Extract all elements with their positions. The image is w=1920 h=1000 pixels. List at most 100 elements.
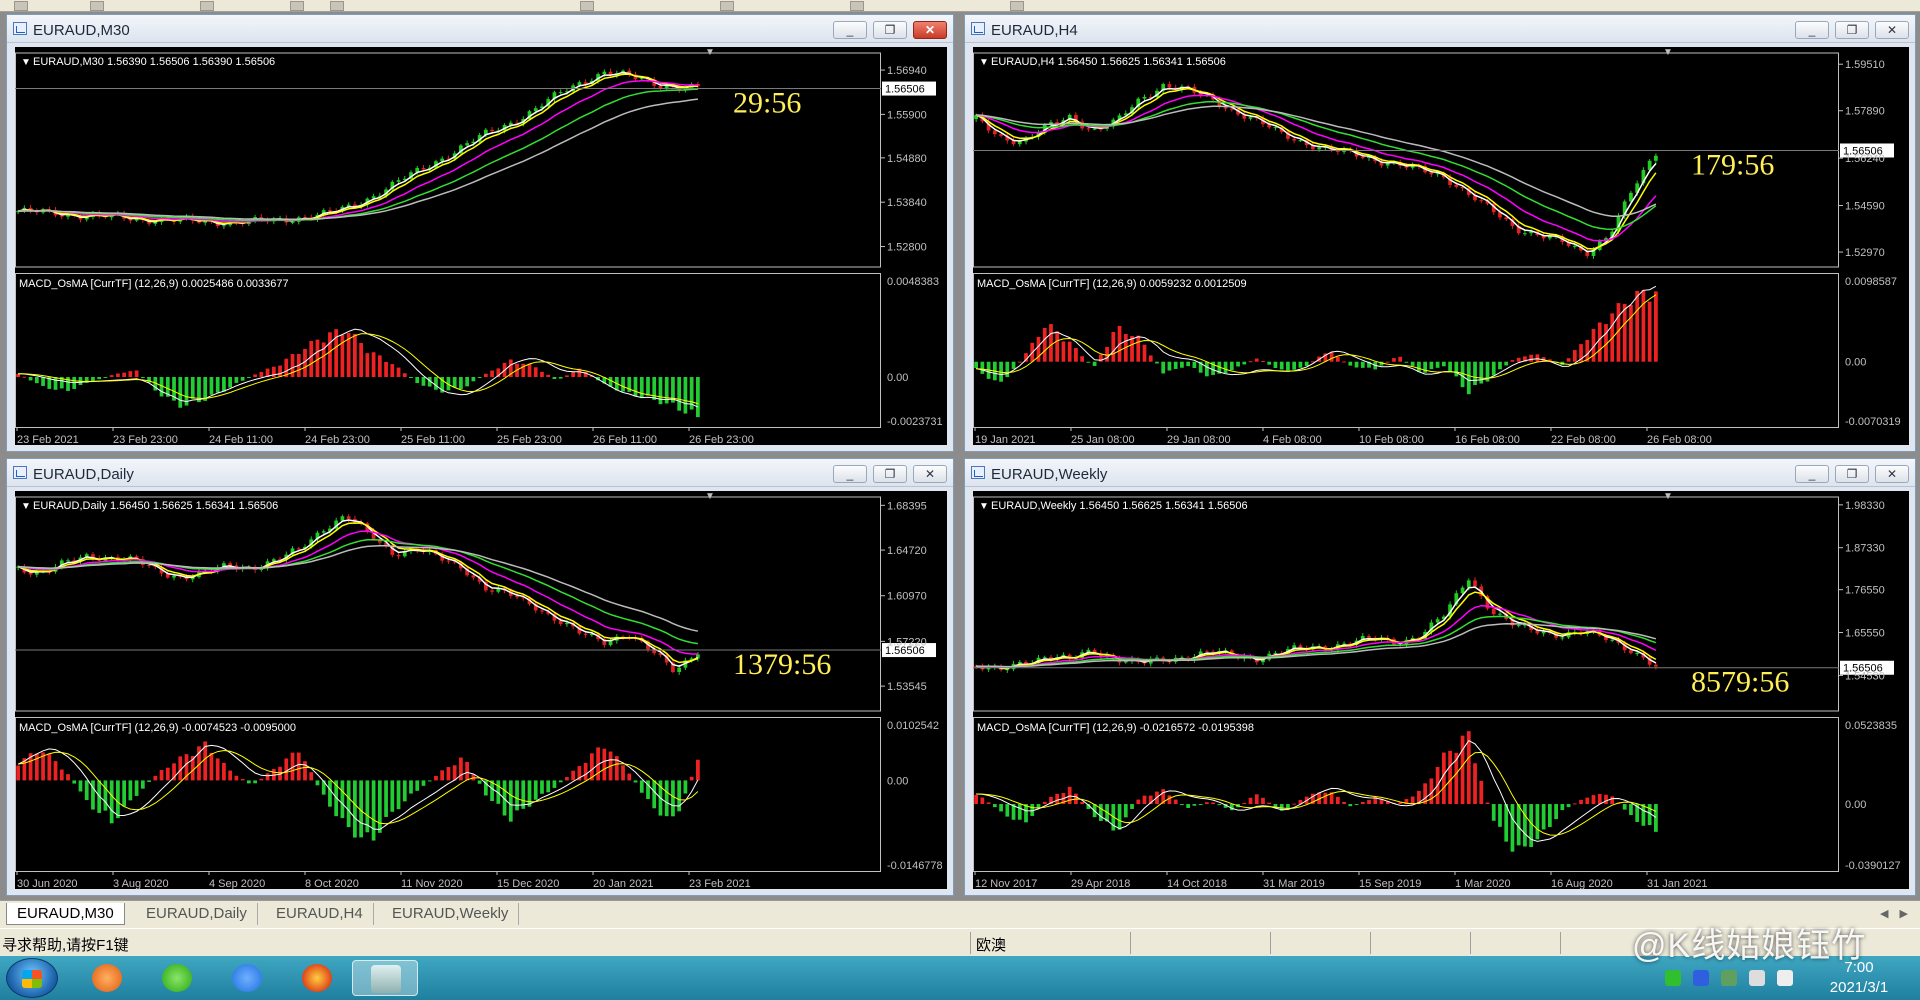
symbol-ohlc-label: EURAUD,Daily 1.56450 1.56625 1.56341 1.5…: [33, 500, 278, 512]
chart-svg[interactable]: 1.565061.983301.873301.765501.655501.545…: [973, 491, 1907, 891]
chart-svg[interactable]: 1.56506 1.56940 1.55900 1.54880 1.53840 1.528…: [15, 47, 949, 447]
candle-body: [1523, 233, 1527, 235]
osma-histogram-bar: [986, 802, 991, 805]
toolbar-button[interactable]: [1010, 1, 1024, 11]
chart-canvas[interactable]: 1.56506 1.98330 1.87330 1.76550 1.65550 1.545…: [973, 491, 1909, 891]
wechat-tray-icon[interactable]: [1665, 970, 1681, 986]
tab-euraud-daily[interactable]: EURAUD,Daily: [136, 903, 258, 925]
chart-window-icon: [971, 22, 985, 35]
osma-histogram-bar: [1504, 804, 1509, 842]
window-titlebar[interactable]: EURAUD,M30 _ ❐ ✕: [7, 15, 953, 43]
collapse-arrow-icon: ▼: [979, 501, 989, 512]
osma-histogram-bar: [434, 775, 438, 781]
restore-button[interactable]: ❐: [873, 465, 907, 483]
osma-histogram-bar: [1204, 802, 1209, 805]
osma-histogram-bar: [371, 780, 376, 841]
window-titlebar[interactable]: EURAUD,Weekly _ ❐ ✕: [965, 459, 1915, 487]
restore-button[interactable]: ❐: [1835, 465, 1869, 483]
osma-histogram-bar: [696, 759, 700, 781]
toolbar-button[interactable]: [580, 1, 594, 11]
start-button[interactable]: [6, 958, 58, 998]
taskbar-app-wechat[interactable]: [150, 960, 204, 996]
osma-histogram-bar: [1261, 797, 1265, 805]
tab-scroll-arrows[interactable]: ◀ ▶: [1880, 907, 1912, 920]
osma-histogram-bar: [159, 769, 164, 781]
indicator-tick-label: -0.0070319: [1845, 416, 1901, 428]
osma-histogram-bar: [1654, 804, 1658, 832]
candle-body: [1142, 96, 1147, 99]
tab-euraud-weekly[interactable]: EURAUD,Weekly: [382, 903, 520, 925]
osma-histogram-bar: [696, 377, 700, 418]
chart-canvas[interactable]: 1.56506 1.59510 1.57890 1.56240 1.54590 1.529…: [973, 47, 1909, 447]
osma-histogram-bar: [1261, 361, 1265, 363]
tab-euraud-m30[interactable]: EURAUD,M30: [6, 903, 125, 925]
osma-histogram-bar: [1647, 301, 1652, 362]
taskbar-app-trading-terminal[interactable]: [352, 960, 418, 996]
close-button[interactable]: ✕: [913, 465, 947, 483]
tab-euraud-h4[interactable]: EURAUD,H4: [266, 903, 374, 925]
osma-histogram-bar: [384, 780, 388, 817]
osma-histogram-bar: [53, 377, 58, 390]
close-button[interactable]: ✕: [1875, 465, 1909, 483]
osma-histogram-bar: [1086, 361, 1091, 363]
price-tick-label: 1.54530: [1845, 670, 1885, 682]
chart-svg[interactable]: 1.565061.683951.647201.609701.572201.535…: [15, 491, 949, 891]
restore-button[interactable]: ❐: [873, 21, 907, 39]
candle-body: [328, 210, 332, 212]
osma-histogram-bar: [246, 780, 251, 784]
window-titlebar[interactable]: EURAUD,Daily _ ❐ ✕: [7, 459, 953, 487]
osma-histogram-bar: [689, 776, 694, 781]
candle-body: [228, 563, 233, 566]
close-button[interactable]: ✕: [1875, 21, 1909, 39]
shield-icon[interactable]: [1693, 970, 1709, 986]
osma-histogram-bar: [1535, 354, 1540, 362]
osma-histogram-bar: [365, 353, 370, 377]
toolbar-button[interactable]: [290, 1, 304, 11]
volume-muted-icon[interactable]: [1749, 970, 1765, 986]
minimize-button[interactable]: _: [1795, 21, 1829, 39]
osma-histogram-bar: [1080, 802, 1085, 805]
candle-body: [1017, 141, 1022, 145]
toolbar-button[interactable]: [720, 1, 734, 11]
toolbar-button[interactable]: [90, 1, 104, 11]
osma-histogram-bar: [259, 778, 264, 781]
toolbar-button[interactable]: [200, 1, 214, 11]
osma-histogram-bar: [1335, 356, 1340, 362]
price-tick-label: 1.56240: [1845, 153, 1885, 165]
network-icon[interactable]: [1721, 970, 1737, 986]
minimize-button[interactable]: _: [1795, 465, 1829, 483]
chart-window-m30[interactable]: EURAUD,M30 _ ❐ ✕ 1.56506 1.56940 1.55900 1.…: [6, 14, 954, 452]
osma-histogram-bar: [128, 780, 133, 801]
wechat-icon: [162, 964, 192, 992]
indicator-pane-frame: [973, 273, 1839, 428]
osma-histogram-bar: [253, 780, 257, 784]
taskbar-app-feishu[interactable]: [220, 960, 274, 996]
chart-canvas[interactable]: 1.56506 1.56940 1.55900 1.54880 1.53840 1.528…: [15, 47, 949, 447]
osma-histogram-bar: [1329, 352, 1334, 362]
minimize-button[interactable]: _: [833, 465, 867, 483]
osma-histogram-bar: [1092, 361, 1097, 366]
chart-canvas[interactable]: 1.56506 1.68395 1.64720 1.60970 1.57220 1.535…: [15, 491, 949, 891]
candle-body: [639, 78, 644, 80]
chart-window-weekly[interactable]: EURAUD,Weekly _ ❐ ✕ 1.56506 1.98330 1.8733…: [964, 458, 1916, 896]
osma-histogram-bar: [1510, 804, 1515, 852]
taskbar-app-firefox[interactable]: [290, 960, 344, 996]
toolbar-button[interactable]: [14, 1, 28, 11]
toolbar-button[interactable]: [850, 1, 864, 11]
osma-histogram-bar: [228, 770, 233, 781]
minimize-button[interactable]: _: [833, 21, 867, 39]
osma-histogram-bar: [1148, 355, 1153, 362]
osma-histogram-bar: [116, 780, 120, 819]
taskbar-app-player[interactable]: [80, 960, 134, 996]
signal-icon[interactable]: [1777, 970, 1793, 986]
restore-button[interactable]: ❐: [1835, 21, 1869, 39]
price-tick-label: 1.65550: [1845, 628, 1885, 640]
close-button[interactable]: ✕: [913, 21, 947, 39]
chart-svg[interactable]: 1.565061.595101.578901.562401.545901.529…: [973, 47, 1907, 447]
toolbar-button[interactable]: [330, 1, 344, 11]
chart-window-daily[interactable]: EURAUD,Daily _ ❐ ✕ 1.56506 1.68395 1.64720…: [6, 458, 954, 896]
indicator-tick-label: 0.00: [887, 775, 908, 787]
window-titlebar[interactable]: EURAUD,H4 _ ❐ ✕: [965, 15, 1915, 43]
symbol-ohlc-label: EURAUD,Weekly 1.56450 1.56625 1.56341 1.…: [991, 500, 1248, 512]
chart-window-h4[interactable]: EURAUD,H4 _ ❐ ✕ 1.56506 1.59510 1.57890 1.5…: [964, 14, 1916, 452]
